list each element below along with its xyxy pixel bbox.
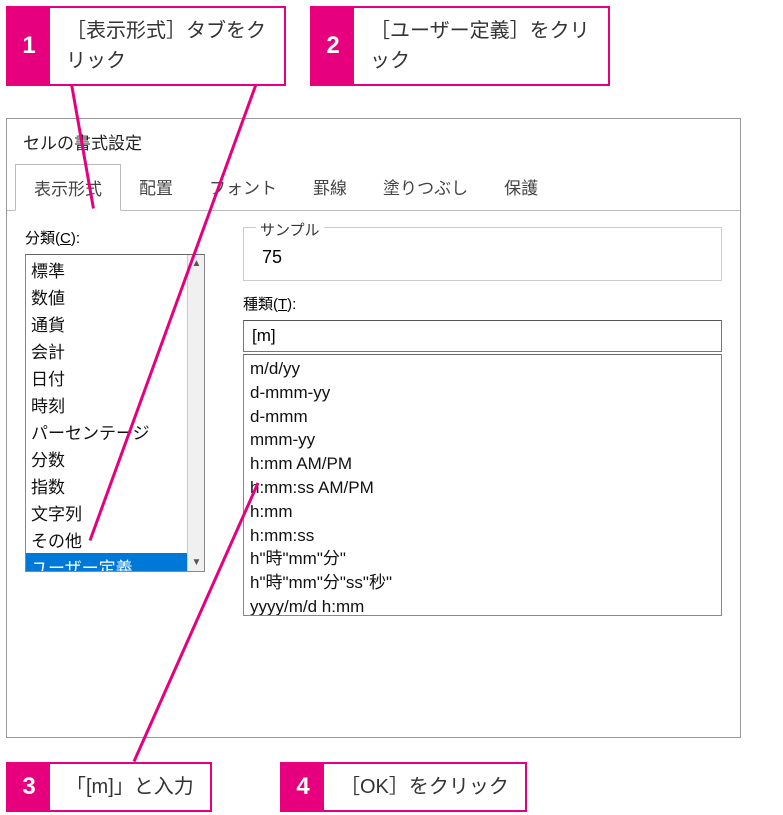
callout-1-text: ［表示形式］タブをクリック — [50, 8, 284, 84]
type-hotkey: T — [278, 296, 287, 313]
sample-label: サンプル — [256, 219, 324, 240]
scroll-down-icon[interactable]: ▼ — [188, 554, 205, 571]
category-item-currency[interactable]: 通貨 — [26, 310, 204, 337]
category-item-general[interactable]: 標準 — [26, 256, 204, 283]
sample-group: サンプル 75 — [243, 227, 722, 281]
type-label-post: ): — [287, 296, 296, 313]
type-input[interactable] — [243, 320, 722, 352]
format-item[interactable]: mmm-yy — [250, 428, 715, 452]
category-label-pre: 分類( — [25, 230, 60, 247]
category-item-date[interactable]: 日付 — [26, 364, 204, 391]
left-column: 分類(C): 標準 数値 通貨 会計 日付 時刻 パーセンテージ 分数 指数 文… — [25, 227, 215, 733]
format-item[interactable]: h:mm AM/PM — [250, 452, 715, 476]
category-item-percentage[interactable]: パーセンテージ — [26, 418, 204, 445]
category-item-text[interactable]: 文字列 — [26, 499, 204, 526]
dialog-body: 分類(C): 標準 数値 通貨 会計 日付 時刻 パーセンテージ 分数 指数 文… — [7, 211, 740, 733]
callout-4: 4 ［OK］をクリック — [280, 762, 527, 812]
dialog-tabs: 表示形式 配置 フォント 罫線 塗りつぶし 保護 — [7, 164, 740, 211]
callout-2: 2 ［ユーザー定義］をクリック — [310, 6, 610, 86]
category-item-accounting[interactable]: 会計 — [26, 337, 204, 364]
format-item[interactable]: h"時"mm"分" — [250, 547, 715, 571]
type-label: 種類(T): — [243, 293, 722, 314]
format-item[interactable]: h:mm:ss AM/PM — [250, 476, 715, 500]
callout-4-text: ［OK］をクリック — [324, 764, 525, 810]
callout-1: 1 ［表示形式］タブをクリック — [6, 6, 286, 86]
callout-2-text: ［ユーザー定義］をクリック — [354, 8, 608, 84]
format-item[interactable]: h:mm — [250, 500, 715, 524]
category-item-special[interactable]: その他 — [26, 526, 204, 553]
format-listbox[interactable]: m/d/yy d-mmm-yy d-mmm mmm-yy h:mm AM/PM … — [243, 354, 722, 616]
tab-fill[interactable]: 塗りつぶし — [365, 164, 486, 210]
format-item[interactable]: h:mm:ss — [250, 524, 715, 548]
format-item[interactable]: yyyy/m/d h:mm — [250, 595, 715, 616]
format-item[interactable]: d-mmm — [250, 405, 715, 429]
tab-alignment[interactable]: 配置 — [121, 164, 191, 210]
category-item-custom[interactable]: ユーザー定義 — [26, 553, 204, 572]
callout-2-number: 2 — [312, 8, 354, 84]
sample-value: 75 — [256, 247, 709, 270]
tab-protection[interactable]: 保護 — [486, 164, 556, 210]
callout-4-number: 4 — [282, 764, 324, 810]
callout-1-number: 1 — [8, 8, 50, 84]
format-cells-dialog: セルの書式設定 表示形式 配置 フォント 罫線 塗りつぶし 保護 分類(C): … — [6, 118, 741, 738]
dialog-title: セルの書式設定 — [7, 119, 740, 164]
scrollbar[interactable]: ▲ ▼ — [187, 255, 204, 571]
format-item[interactable]: m/d/yy — [250, 357, 715, 381]
callout-3: 3 「[m]」と入力 — [6, 762, 212, 812]
right-column: サンプル 75 種類(T): m/d/yy d-mmm-yy d-mmm mmm… — [215, 227, 722, 733]
tab-number-format[interactable]: 表示形式 — [15, 164, 121, 211]
format-item[interactable]: h"時"mm"分"ss"秒" — [250, 571, 715, 595]
tab-font[interactable]: フォント — [191, 164, 295, 210]
category-label-post: ): — [71, 230, 80, 247]
category-hotkey: C — [60, 230, 71, 247]
callout-3-number: 3 — [8, 764, 50, 810]
callout-3-text: 「[m]」と入力 — [50, 764, 210, 810]
format-item[interactable]: d-mmm-yy — [250, 381, 715, 405]
type-label-pre: 種類( — [243, 296, 278, 313]
category-label: 分類(C): — [25, 227, 215, 248]
tab-border[interactable]: 罫線 — [295, 164, 365, 210]
category-item-time[interactable]: 時刻 — [26, 391, 204, 418]
